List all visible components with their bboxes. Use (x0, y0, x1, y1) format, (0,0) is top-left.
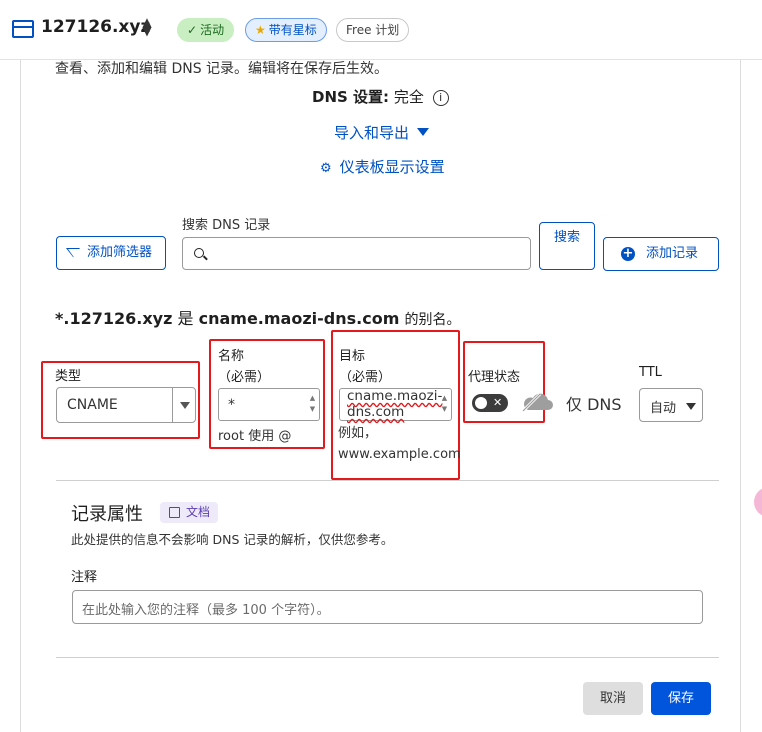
dropdown-arrow-icon (686, 403, 696, 410)
docs-link[interactable]: 文档 (160, 502, 219, 523)
page-description: 查看、添加和编辑 DNS 记录。编辑将在保存后生效。 (55, 61, 389, 77)
cancel-button[interactable]: 取消 (583, 682, 643, 715)
book-icon (169, 507, 180, 518)
target-input-value: cname.maozi-dns.com (347, 388, 443, 420)
target-label: 目标 (339, 349, 366, 364)
import-export-link[interactable]: 导入和导出 (334, 122, 430, 143)
record-attributes-title: 记录属性 (71, 504, 143, 525)
browser-window-icon (12, 20, 34, 38)
search-button[interactable]: 搜索 (539, 222, 595, 270)
alias-target: cname.maozi-dns.com (198, 309, 400, 328)
toggle-knob (475, 397, 487, 409)
zone-header: 127126.xyz ▲ ▼ ✓ 活动 ★ 带有星标 Free 计划 (0, 0, 762, 60)
dns-setting: DNS 设置: 完全 i (312, 86, 449, 107)
select-divider (172, 388, 173, 422)
search-label: 搜索 DNS 记录 (182, 218, 271, 233)
check-icon: ✓ (187, 23, 198, 37)
proxy-toggle[interactable]: ✕ (472, 394, 508, 412)
import-export-label: 导入和导出 (334, 124, 410, 142)
status-badge-label: 活动 (200, 23, 225, 37)
target-required: （必需） (339, 370, 392, 385)
plus-circle-icon: + (621, 246, 635, 261)
add-record-label: 添加记录 (646, 246, 699, 261)
caret-down-icon (417, 128, 430, 136)
status-badge-active: ✓ 活动 (177, 18, 235, 42)
name-required: （必需） (218, 370, 271, 385)
target-input[interactable]: cname.maozi-dns.com ▲ ▼ (339, 388, 452, 421)
info-icon[interactable]: i (432, 90, 449, 106)
zone-domain[interactable]: 127126.xyz (41, 17, 150, 37)
filter-icon (66, 248, 88, 257)
plan-badge: Free 计划 (336, 18, 410, 42)
dropdown-arrow-icon[interactable] (180, 402, 190, 409)
dns-setting-label: DNS 设置: (312, 88, 390, 106)
name-label: 名称 (218, 349, 245, 364)
note-placeholder: 在此处输入您的注释（最多 100 个字符）。 (82, 603, 330, 618)
proxy-status-value: 仅 DNS (566, 395, 622, 414)
starred-badge-label: 带有星标 (268, 23, 317, 37)
note-label: 注释 (71, 570, 98, 585)
type-select-value: CNAME (67, 397, 118, 413)
save-button[interactable]: 保存 (651, 682, 711, 715)
spinner-icon[interactable]: ▲ ▼ (440, 393, 449, 415)
note-input[interactable]: 在此处输入您的注释（最多 100 个字符）。 (72, 590, 703, 624)
add-filter-button[interactable]: 添加筛选器 (56, 236, 166, 270)
section-divider (56, 657, 719, 658)
proxy-status-label: 代理状态 (468, 370, 521, 385)
name-input[interactable]: * ▲ ▼ (218, 388, 320, 421)
alias-suffix: 的别名。 (404, 312, 461, 328)
alias-summary: *.127126.xyz 是 cname.maozi-dns.com 的别名。 (55, 305, 460, 329)
spinner-icon[interactable]: ▲ ▼ (308, 393, 317, 415)
floating-helper-icon[interactable] (754, 487, 762, 517)
docs-link-label: 文档 (186, 505, 211, 519)
dashboard-settings-link[interactable]: ⚙ 仪表板显示设置 (320, 156, 445, 177)
section-divider (56, 480, 719, 481)
alias-is: 是 (177, 309, 194, 328)
zone-switcher-chevron-icon[interactable]: ▲ ▼ (139, 16, 155, 40)
name-helper: root 使用 @ (218, 429, 292, 444)
dashboard-settings-label: 仪表板显示设置 (339, 158, 445, 176)
type-label: 类型 (55, 369, 82, 384)
record-attributes-description: 此处提供的信息不会影响 DNS 记录的解析，仅供您参考。 (71, 532, 394, 547)
type-select[interactable]: CNAME (56, 387, 196, 423)
cloud-icon (521, 392, 553, 413)
star-icon: ★ (255, 23, 266, 37)
panel-border-left (20, 60, 21, 732)
name-input-value: * (228, 397, 235, 413)
panel-border-right (740, 60, 741, 732)
ttl-select[interactable]: 自动 (639, 388, 703, 422)
close-icon: ✕ (493, 396, 503, 409)
add-record-button[interactable]: + 添加记录 (603, 237, 719, 271)
search-input[interactable] (182, 237, 531, 270)
search-icon (194, 248, 204, 258)
add-filter-label: 添加筛选器 (87, 245, 153, 260)
ttl-select-value: 自动 (650, 401, 677, 416)
alias-record-name: *.127126.xyz (55, 309, 173, 328)
dns-setting-value: 完全 (393, 88, 424, 106)
gear-icon: ⚙ (320, 161, 332, 176)
target-helper: 例如，www.example.com (338, 426, 461, 462)
starred-badge[interactable]: ★ 带有星标 (245, 18, 327, 42)
ttl-label: TTL (639, 365, 662, 380)
